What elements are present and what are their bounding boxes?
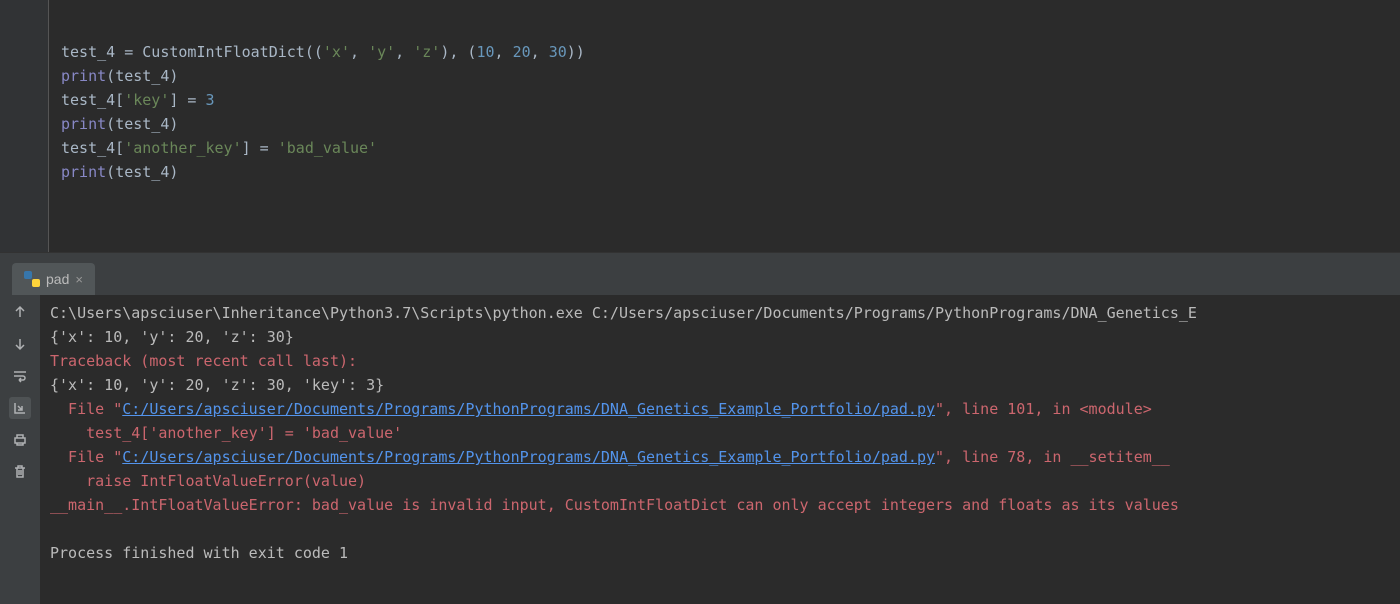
code-line: print(test_4) <box>61 163 178 181</box>
console-toolbar <box>0 295 40 604</box>
exit-line: Process finished with exit code 1 <box>50 544 348 562</box>
code-editor[interactable]: test_4 = CustomIntFloatDict(('x', 'y', '… <box>0 0 1400 252</box>
soft-wrap-icon[interactable] <box>9 365 31 387</box>
scroll-to-end-icon[interactable] <box>9 397 31 419</box>
scroll-down-icon[interactable] <box>9 333 31 355</box>
trash-icon[interactable] <box>9 461 31 483</box>
scroll-up-icon[interactable] <box>9 301 31 323</box>
editor-gutter <box>0 0 49 252</box>
print-icon[interactable] <box>9 429 31 451</box>
output-line: C:\Users\apsciuser\Inheritance\Python3.7… <box>50 304 1197 322</box>
traceback-line: Traceback (most recent call last): <box>50 352 357 370</box>
close-icon[interactable]: × <box>75 272 83 287</box>
traceback-line: test_4['another_key'] = 'bad_value' <box>50 424 402 442</box>
console-body: C:\Users\apsciuser\Inheritance\Python3.7… <box>0 295 1400 604</box>
file-link[interactable]: C:/Users/apsciuser/Documents/Programs/Py… <box>122 448 935 466</box>
code-line: print(test_4) <box>61 67 178 85</box>
tab-label: pad <box>46 271 69 287</box>
tool-window-tab-bar: pad × <box>0 253 1400 295</box>
code-block[interactable]: test_4 = CustomIntFloatDict(('x', 'y', '… <box>49 0 585 252</box>
output-line: {'x': 10, 'y': 20, 'z': 30} <box>50 328 294 346</box>
traceback-line: File "C:/Users/apsciuser/Documents/Progr… <box>50 448 1170 466</box>
file-link[interactable]: C:/Users/apsciuser/Documents/Programs/Py… <box>122 400 935 418</box>
python-icon <box>24 271 40 287</box>
error-line: __main__.IntFloatValueError: bad_value i… <box>50 496 1179 514</box>
traceback-line: File "C:/Users/apsciuser/Documents/Progr… <box>50 400 1152 418</box>
traceback-line: raise IntFloatValueError(value) <box>50 472 366 490</box>
output-line: {'x': 10, 'y': 20, 'z': 30, 'key': 3} <box>50 376 384 394</box>
code-line: test_4['another_key'] = 'bad_value' <box>61 139 377 157</box>
code-line: print(test_4) <box>61 115 178 133</box>
code-line: test_4['key'] = 3 <box>61 91 215 109</box>
console-output[interactable]: C:\Users\apsciuser\Inheritance\Python3.7… <box>40 295 1400 604</box>
run-tool-window: pad × C:\Users\apsciuser\Inheri <box>0 252 1400 604</box>
run-tab-pad[interactable]: pad × <box>12 263 95 295</box>
code-line: test_4 = CustomIntFloatDict(('x', 'y', '… <box>61 43 585 61</box>
